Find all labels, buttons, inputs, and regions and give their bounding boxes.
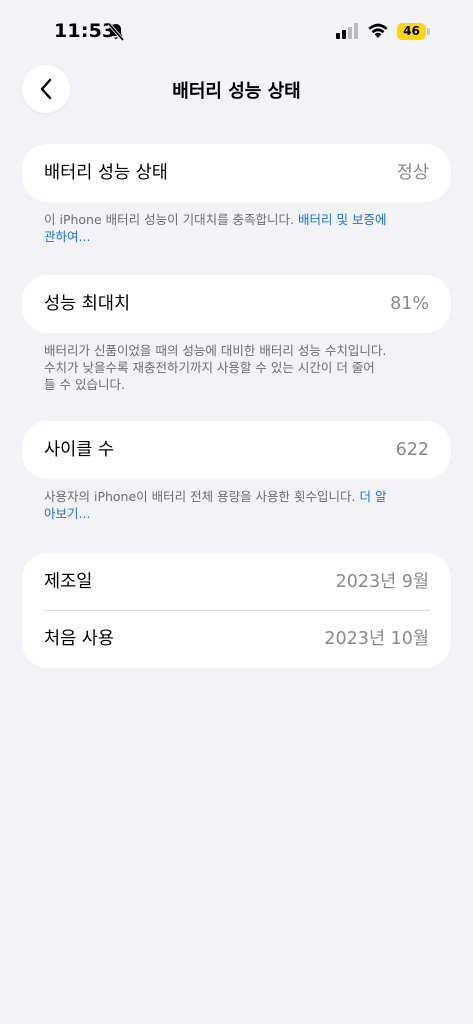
manufacture-date-value: 2023년 9월 xyxy=(335,572,429,592)
max-capacity-note-line1: 배터리가 신품이었을 때의 성능에 대비한 배터리 성능 수치입니다. xyxy=(44,343,387,358)
max-capacity-note: 배터리가 신품이었을 때의 성능에 대비한 배터리 성능 수치입니다. 수치가 … xyxy=(44,342,424,393)
battery-cap xyxy=(427,28,430,35)
manufacture-date-row: 제조일 2023년 9월 xyxy=(22,553,451,611)
battery-health-row: 배터리 성능 상태 정상 xyxy=(22,144,451,202)
dates-card: 제조일 2023년 9월 처음 사용 2023년 10월 xyxy=(22,553,451,668)
max-capacity-card: 성능 최대치 81% xyxy=(22,275,451,333)
battery-percent: 46 xyxy=(403,24,420,38)
max-capacity-label: 성능 최대치 xyxy=(44,294,131,314)
battery-health-value: 정상 xyxy=(396,163,429,183)
cycle-count-label: 사이클 수 xyxy=(44,440,114,460)
first-use-row: 처음 사용 2023년 10월 xyxy=(22,610,451,668)
cycle-count-row: 사이클 수 622 xyxy=(22,421,451,479)
cycle-count-note-text: 사용자의 iPhone이 배터리 전체 용량을 사용한 횟수입니다. xyxy=(44,489,360,504)
wifi-icon xyxy=(368,23,388,38)
cycle-count-card: 사이클 수 622 xyxy=(22,421,451,479)
cycle-count-note: 사용자의 iPhone이 배터리 전체 용량을 사용한 횟수입니다. 더 알 아… xyxy=(44,488,424,522)
first-use-label: 처음 사용 xyxy=(44,629,114,649)
max-capacity-row: 성능 최대치 81% xyxy=(22,275,451,333)
battery-warranty-link[interactable]: 배터리 및 보증에 xyxy=(298,212,386,227)
bell-slash-icon xyxy=(107,22,125,42)
max-capacity-value: 81% xyxy=(390,294,429,314)
max-capacity-note-line2: 수치가 낮을수록 재충전하기까지 사용할 수 있는 시간이 더 줄어 xyxy=(44,360,375,375)
battery-health-label: 배터리 성능 상태 xyxy=(44,163,168,183)
max-capacity-note-line3: 들 수 있습니다. xyxy=(44,377,125,392)
battery-icon: 46 xyxy=(397,23,431,40)
page-title: 배터리 성능 상태 xyxy=(172,81,301,102)
first-use-value: 2023년 10월 xyxy=(324,629,429,649)
cycle-count-value: 622 xyxy=(395,440,429,460)
manufacture-date-label: 제조일 xyxy=(44,572,93,592)
learn-more-link[interactable]: 더 알 xyxy=(359,489,386,504)
battery-health-note-text: 이 iPhone 배터리 성능이 기대치를 충족합니다. xyxy=(44,212,299,227)
status-bar: 11:53 46 xyxy=(0,0,473,62)
battery-health-note: 이 iPhone 배터리 성능이 기대치를 충족합니다. 배터리 및 보증에 관… xyxy=(44,211,424,245)
learn-more-link-cont[interactable]: 아보기... xyxy=(44,506,90,521)
battery-warranty-link-cont[interactable]: 관하여... xyxy=(44,229,90,244)
battery-health-card: 배터리 성능 상태 정상 xyxy=(22,144,451,202)
cellular-signal-icon xyxy=(336,23,358,39)
